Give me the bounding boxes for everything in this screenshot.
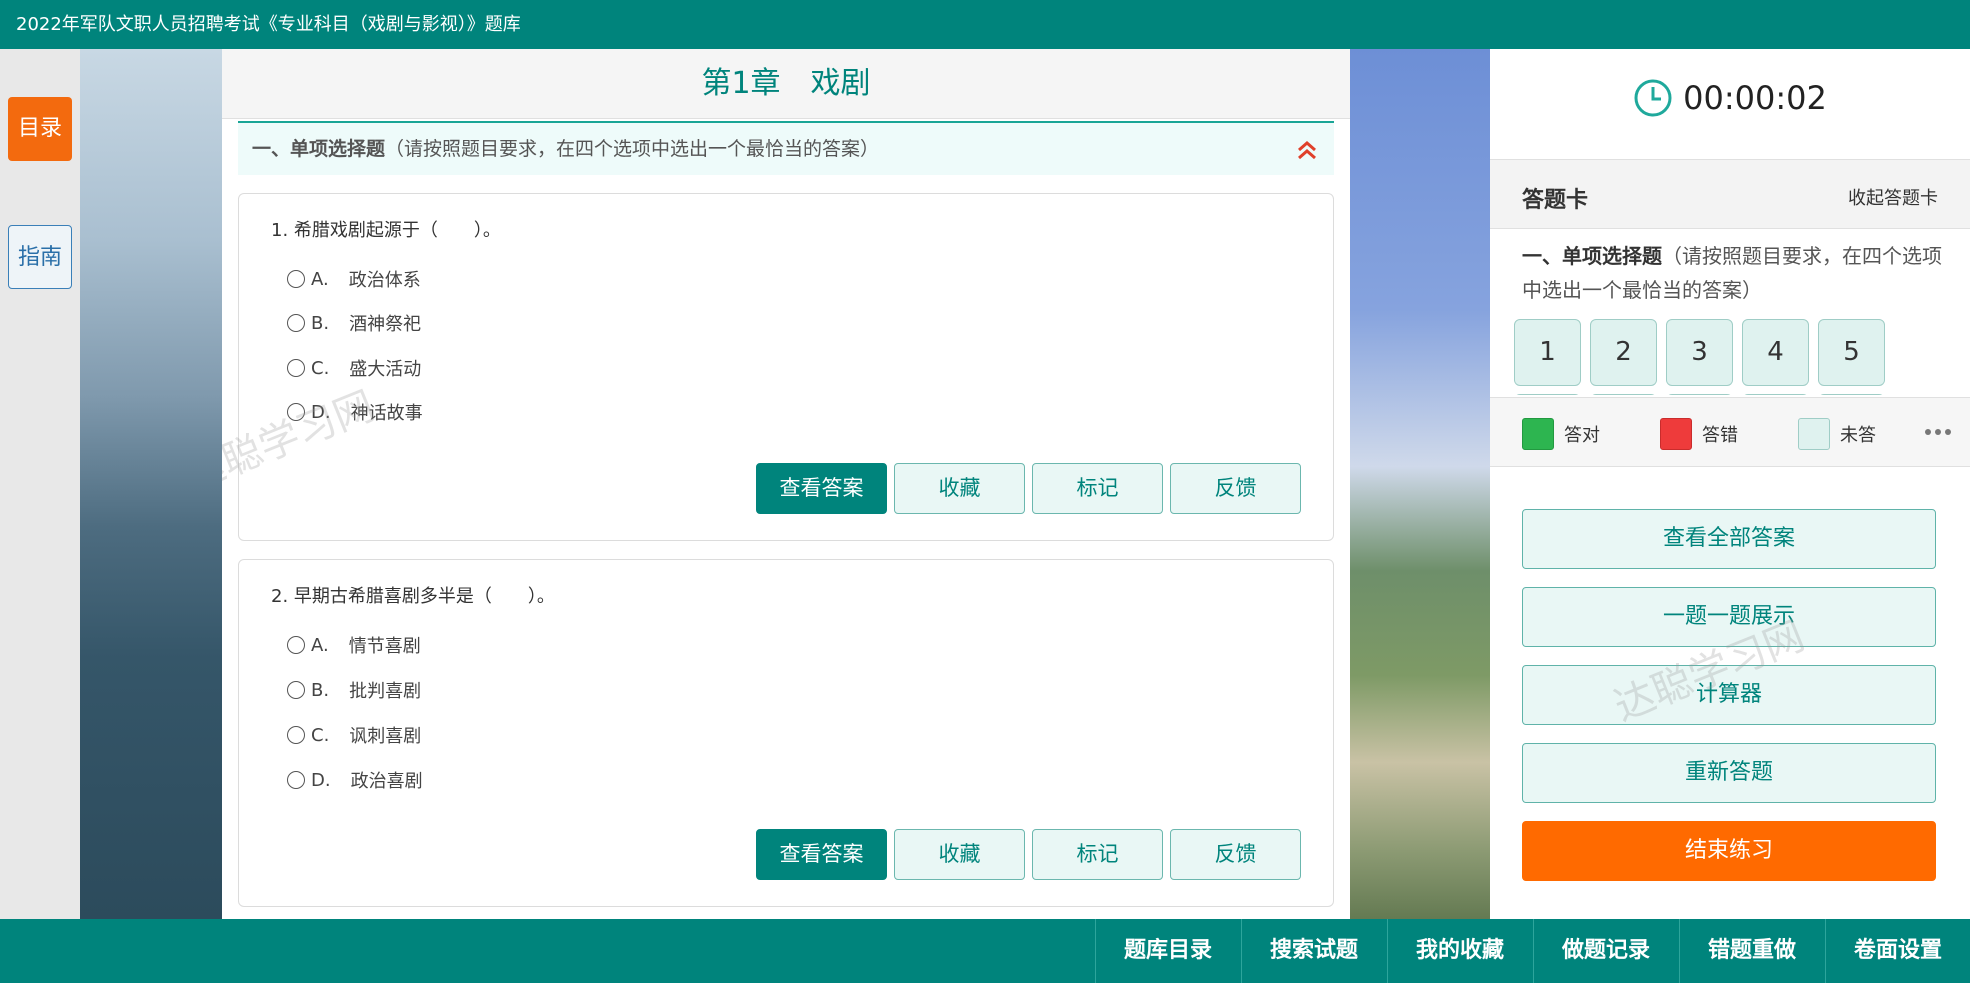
question-number-next-row[interactable] [1818, 394, 1885, 395]
guide-button[interactable]: 指南 [8, 225, 72, 289]
catalog-button[interactable]: 目录 [8, 97, 72, 161]
question-number[interactable]: 1 [1514, 319, 1581, 386]
option-b[interactable]: B. 批判喜剧 [287, 677, 421, 703]
question-number-grid: 1 2 3 4 5 [1514, 319, 1954, 395]
nav-history[interactable]: 做题记录 [1533, 919, 1678, 983]
question-number[interactable]: 4 [1742, 319, 1809, 386]
question-card-1: 1. 希腊戏剧起源于（ ）。 A. 政治体系 B. 酒神祭祀 C. 盛大活动 D. 神话… [238, 193, 1334, 541]
question-number[interactable]: 5 [1818, 319, 1885, 386]
app-title: 2022年军队文职人员招聘考试《专业科目（戏剧与影视）》题库 [16, 14, 521, 35]
answer-legend: 答对 答错 未答 [1490, 397, 1970, 467]
answer-card-header: 答题卡 收起答题卡 [1490, 159, 1970, 229]
radio-icon[interactable] [287, 403, 305, 421]
question-actions: 查看答案 收藏 标记 反馈 [756, 463, 1301, 514]
answer-card-panel: 00:00:02 答题卡 收起答题卡 一、单项选择题（请按照题目要求，在四个选项… [1490, 49, 1970, 919]
question-card-2: 2. 早期古希腊喜剧多半是（ ）。 A. 情节喜剧 B. 批判喜剧 C. 讽刺喜剧 D… [238, 559, 1334, 907]
question-number-next-row[interactable] [1590, 394, 1657, 395]
app-header: 2022年军队文职人员招聘考试《专业科目（戏剧与影视）》题库 [0, 0, 1970, 49]
nav-question-bank[interactable]: 题库目录 [1095, 919, 1240, 983]
question-number-next-row[interactable] [1742, 394, 1809, 395]
section-note: （请按照题目要求，在四个选项中选出一个最恰当的答案） [385, 138, 880, 160]
nav-redo-wrong[interactable]: 错题重做 [1679, 919, 1824, 983]
option-d[interactable]: D. 政治喜剧 [287, 767, 423, 793]
option-c[interactable]: C. 讽刺喜剧 [287, 722, 421, 748]
option-c[interactable]: C. 盛大活动 [287, 355, 421, 381]
more-dots-icon[interactable] [1924, 428, 1952, 436]
view-answer-button[interactable]: 查看答案 [756, 829, 887, 880]
one-by-one-button[interactable]: 一题一题展示 [1522, 587, 1936, 647]
option-a[interactable]: A. 情节喜剧 [287, 632, 421, 658]
green-swatch [1522, 418, 1554, 450]
feedback-button[interactable]: 反馈 [1170, 829, 1301, 880]
answer-card-title: 答题卡 [1522, 188, 1589, 213]
mark-button[interactable]: 标记 [1032, 829, 1163, 880]
question-stem: 2. 早期古希腊喜剧多半是（ ）。 [271, 586, 555, 607]
section-title: 一、单项选择题 [252, 138, 386, 160]
option-a[interactable]: A. 政治体系 [287, 266, 421, 292]
gray-swatch [1798, 418, 1830, 450]
radio-icon[interactable] [287, 771, 305, 789]
question-actions: 查看答案 收藏 标记 反馈 [756, 829, 1301, 880]
legend-unanswered: 未答 [1798, 418, 1876, 450]
nav-favorites[interactable]: 我的收藏 [1387, 919, 1532, 983]
card-section-header: 一、单项选择题（请按照题目要求，在四个选项中选出一个最恰当的答案） [1522, 239, 1942, 307]
feedback-button[interactable]: 反馈 [1170, 463, 1301, 514]
finish-practice-button[interactable]: 结束练习 [1522, 821, 1936, 881]
question-number-next-row[interactable] [1514, 394, 1581, 395]
view-all-answers-button[interactable]: 查看全部答案 [1522, 509, 1936, 569]
section-header[interactable]: 一、单项选择题（请按照题目要求，在四个选项中选出一个最恰当的答案） [238, 121, 1334, 175]
card-section-title: 一、单项选择题 [1522, 244, 1662, 268]
timer-value: 00:00:02 [1683, 79, 1827, 117]
left-rail: 目录 指南 [0, 49, 80, 919]
question-panel[interactable]: 第1章 戏剧 一、单项选择题（请按照题目要求，在四个选项中选出一个最恰当的答案）… [222, 49, 1350, 919]
question-number[interactable]: 3 [1666, 319, 1733, 386]
collapse-card-button[interactable]: 收起答题卡 [1848, 184, 1938, 210]
red-swatch [1660, 418, 1692, 450]
radio-icon[interactable] [287, 314, 305, 332]
view-answer-button[interactable]: 查看答案 [756, 463, 887, 514]
legend-correct: 答对 [1522, 418, 1600, 450]
option-b[interactable]: B. 酒神祭祀 [287, 310, 421, 336]
question-stem: 1. 希腊戏剧起源于（ ）。 [271, 220, 501, 241]
chapter-title: 第1章 戏剧 [222, 49, 1350, 119]
restart-button[interactable]: 重新答题 [1522, 743, 1936, 803]
radio-icon[interactable] [287, 636, 305, 654]
timer: 00:00:02 [1490, 49, 1970, 147]
clock-icon [1634, 79, 1672, 117]
radio-icon[interactable] [287, 726, 305, 744]
radio-icon[interactable] [287, 681, 305, 699]
question-number-next-row[interactable] [1666, 394, 1733, 395]
radio-icon[interactable] [287, 359, 305, 377]
nav-settings[interactable]: 卷面设置 [1825, 919, 1970, 983]
radio-icon[interactable] [287, 270, 305, 288]
calculator-button[interactable]: 计算器 [1522, 665, 1936, 725]
bottom-nav: 题库目录 搜索试题 我的收藏 做题记录 错题重做 卷面设置 [0, 919, 1970, 983]
favorite-button[interactable]: 收藏 [894, 829, 1025, 880]
mark-button[interactable]: 标记 [1032, 463, 1163, 514]
question-number[interactable]: 2 [1590, 319, 1657, 386]
option-d[interactable]: D. 神话故事 [287, 399, 423, 425]
nav-search[interactable]: 搜索试题 [1241, 919, 1386, 983]
favorite-button[interactable]: 收藏 [894, 463, 1025, 514]
background-coast [1350, 49, 1490, 919]
legend-wrong: 答错 [1660, 418, 1738, 450]
collapse-up-icon[interactable] [1296, 139, 1318, 161]
